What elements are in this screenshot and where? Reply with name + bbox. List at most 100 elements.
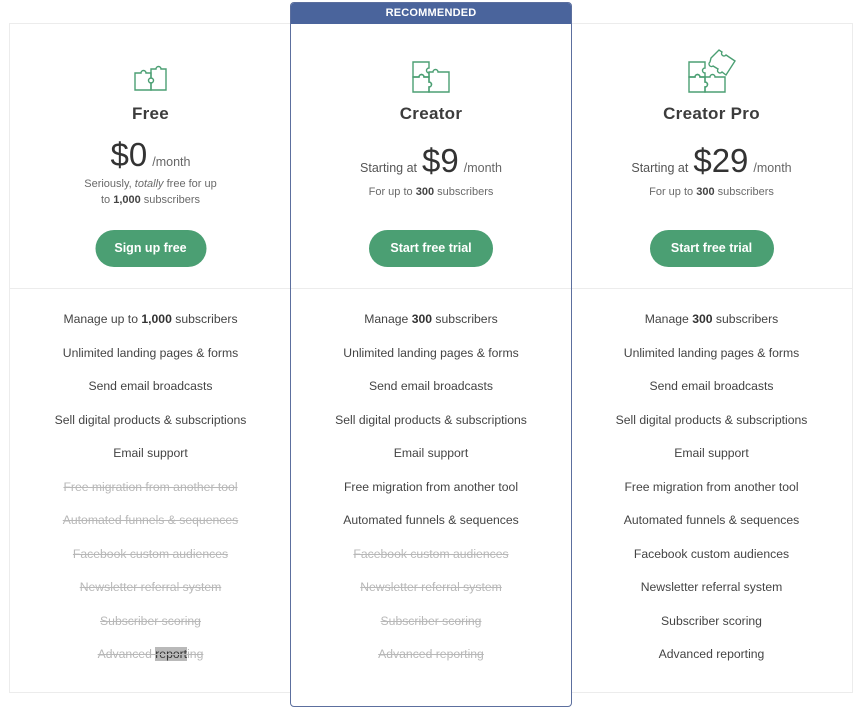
feature-text: Manage <box>364 312 412 326</box>
feature-item: Advanced reporting <box>571 646 852 680</box>
price-period: /month <box>152 155 191 169</box>
feature-text: Automated funnels & sequences <box>623 513 800 527</box>
price-prefix: Starting at <box>360 161 418 175</box>
feature-text: Newsletter referral system <box>360 580 502 594</box>
feature-text: Unlimited landing pages & forms <box>343 345 519 360</box>
feature-text: Email support <box>393 446 469 460</box>
puzzle-icon <box>412 61 450 93</box>
feature-item: Sell digital products & subscriptions <box>291 412 571 446</box>
text-selection-highlight: report <box>155 647 188 661</box>
feature-text: Sell digital products & subscriptions <box>54 412 247 427</box>
subtitle-text: subscribers <box>140 194 201 206</box>
feature-item: Automated funnels & sequences <box>291 512 571 546</box>
subtitle-text: subscribers <box>434 186 494 198</box>
recommended-badge: RECOMMENDED <box>291 3 571 24</box>
plan-name: Creator <box>399 104 463 123</box>
feature-text: Free migration from another tool <box>343 479 519 494</box>
feature-text: Email support <box>113 446 188 460</box>
feature-item: Email support <box>571 445 852 479</box>
price-period: /month <box>753 161 792 175</box>
feature-text: Newsletter referral system <box>79 580 222 594</box>
feature-text: Send email broadcasts <box>649 379 774 393</box>
feature-text: Subscriber scoring <box>380 613 482 628</box>
feature-text: Unlimited landing pages & forms <box>62 345 239 360</box>
feature-item: Sell digital products & subscriptions <box>10 412 291 446</box>
feature-list: Manage 300 subscribers Unlimited landing … <box>571 289 852 680</box>
price-amount: $29 <box>693 142 749 179</box>
start-free-trial-button[interactable]: Start free trial <box>649 230 774 267</box>
feature-item: Send email broadcasts <box>291 378 571 412</box>
sign-up-free-button[interactable]: Sign up free <box>95 230 206 267</box>
price-prefix: Starting at <box>631 161 689 175</box>
subtitle-text: to <box>100 194 114 206</box>
subtitle-text: subscribers <box>714 186 774 198</box>
feature-text: Newsletter referral system <box>640 580 783 594</box>
feature-item: Unlimited landing pages & forms <box>291 345 571 379</box>
feature-text: Subscriber scoring <box>100 613 201 628</box>
feature-text: Send email broadcasts <box>369 379 493 393</box>
plan-subtitle: For up to 300 subscribers <box>291 184 571 200</box>
subtitle-text: free for up <box>163 178 217 190</box>
plan-subtitle: For up to 300 subscribers <box>571 184 852 200</box>
price-row: $0 /month <box>10 136 291 174</box>
feature-item: Advanced reporting <box>10 646 291 680</box>
feature-item: Facebook custom audiences <box>10 546 291 580</box>
subtitle-count: 300 <box>415 186 435 198</box>
feature-text: ing <box>187 647 204 661</box>
feature-text: Automated funnels & sequences <box>62 513 239 527</box>
feature-text: Facebook custom audiences <box>633 546 790 561</box>
feature-item: Manage 300 subscribers <box>291 311 571 345</box>
feature-text: Send email broadcasts <box>88 379 213 393</box>
price-row: Starting at $9 /month <box>291 142 571 180</box>
feature-item: Send email broadcasts <box>571 378 852 412</box>
feature-item: Manage 300 subscribers <box>571 311 852 345</box>
plan-header: Free $0 /month Seriously, totally free f… <box>10 24 291 289</box>
feature-item: Manage up to 1,000 subscribers <box>10 311 291 345</box>
feature-item: Automated funnels & sequences <box>571 512 852 546</box>
start-free-trial-button[interactable]: Start free trial <box>369 230 493 267</box>
feature-item: Free migration from another tool <box>291 479 571 513</box>
plan-name: Free <box>131 104 170 123</box>
feature-list: Manage up to 1,000 subscribers Unlimited … <box>10 289 291 680</box>
price-row: Starting at $29 /month <box>571 142 852 180</box>
feature-text: Sell digital products & subscriptions <box>335 412 527 427</box>
feature-item: Advanced reporting <box>291 646 571 680</box>
puzzle-icon <box>133 65 167 91</box>
feature-text: subscribers <box>432 312 498 326</box>
feature-item: Newsletter referral system <box>571 579 852 613</box>
feature-text: Sell digital products & subscriptions <box>615 412 808 427</box>
feature-text: Advanced reporting <box>658 647 765 661</box>
feature-item: Automated funnels & sequences <box>10 512 291 546</box>
feature-text: Automated funnels & sequences <box>343 513 519 527</box>
feature-text: Subscriber scoring <box>661 613 762 628</box>
subtitle-text: Seriously, <box>84 178 135 190</box>
plan-card-creator-pro: Creator Pro Starting at $29 /month For u… <box>571 23 853 693</box>
feature-text: Free migration from another tool <box>63 479 238 494</box>
feature-item: Email support <box>291 445 571 479</box>
feature-item: Facebook custom audiences <box>571 546 852 580</box>
plan-card-creator: RECOMMENDED Creator Starting at $9 /mont… <box>290 2 572 707</box>
feature-item: Facebook custom audiences <box>291 546 571 580</box>
feature-item: Subscriber scoring <box>10 613 291 647</box>
feature-count: 300 <box>692 312 713 326</box>
price-period: /month <box>463 161 502 175</box>
feature-item: Unlimited landing pages & forms <box>10 345 291 379</box>
feature-text: subscribers <box>712 312 779 326</box>
feature-text: Advanced reporting <box>378 647 484 661</box>
subtitle-count: 1,000 <box>113 194 141 206</box>
feature-item: Email support <box>10 445 291 479</box>
feature-text: Email support <box>674 446 749 460</box>
subtitle-emphasis: totally <box>134 178 164 190</box>
price-amount: $0 <box>110 136 148 173</box>
feature-item: Unlimited landing pages & forms <box>571 345 852 379</box>
plan-header: Creator Starting at $9 /month For up to … <box>291 24 571 289</box>
feature-text: Unlimited landing pages & forms <box>623 345 800 360</box>
feature-text: Advanced <box>97 647 156 661</box>
feature-list: Manage 300 subscribers Unlimited landing … <box>291 289 571 680</box>
feature-count: 1,000 <box>141 312 172 326</box>
feature-text: Free migration from another tool <box>624 479 799 494</box>
plan-subtitle: Seriously, totally free for up to 1,000 … <box>10 176 291 208</box>
feature-item: Subscriber scoring <box>571 613 852 647</box>
feature-item: Sell digital products & subscriptions <box>571 412 852 446</box>
feature-item: Free migration from another tool <box>10 479 291 513</box>
